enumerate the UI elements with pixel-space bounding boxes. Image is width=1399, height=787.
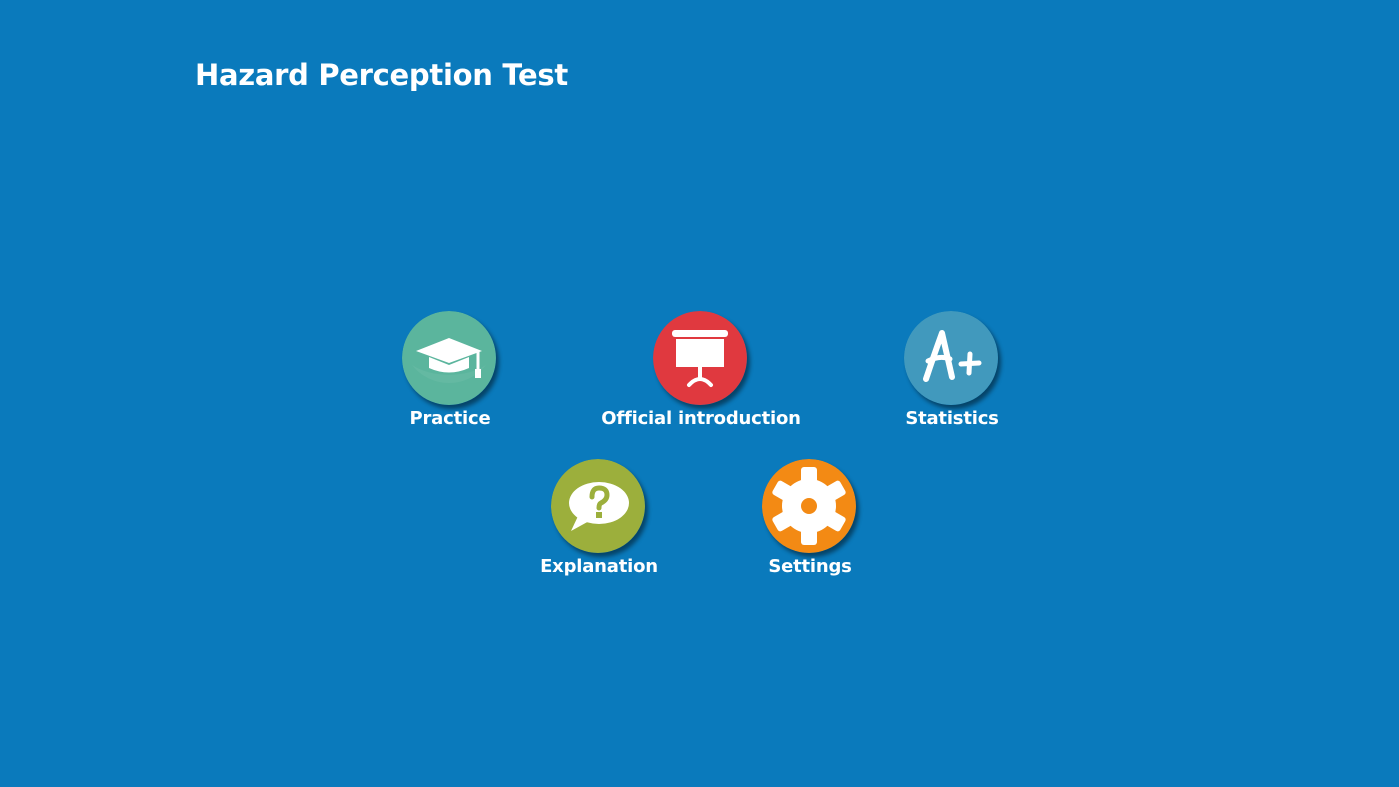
- explanation-label: Explanation: [540, 556, 658, 577]
- app-title: Hazard Perception Test: [195, 58, 568, 92]
- official-introduction-icon-circle[interactable]: [653, 311, 747, 405]
- gear-icon: [762, 459, 856, 553]
- statistics-icon-circle[interactable]: [904, 311, 998, 405]
- statistics-button[interactable]: Statistics: [842, 311, 1062, 441]
- practice-label: Practice: [409, 408, 491, 429]
- settings-button[interactable]: Settings: [700, 459, 920, 589]
- presentation-board-icon: [653, 311, 747, 405]
- official-introduction-button[interactable]: Official introduction: [591, 311, 811, 441]
- practice-icon-circle[interactable]: [402, 311, 496, 405]
- question-speech-bubble-icon: [551, 459, 645, 553]
- explanation-button[interactable]: Explanation: [489, 459, 709, 589]
- settings-icon-circle[interactable]: [762, 459, 856, 553]
- graduation-cap-icon: [402, 311, 496, 405]
- statistics-label: Statistics: [905, 408, 999, 429]
- official-introduction-label: Official introduction: [601, 408, 801, 429]
- explanation-icon-circle[interactable]: [551, 459, 645, 553]
- grade-a-plus-icon: [904, 311, 998, 405]
- practice-button[interactable]: Practice: [340, 311, 560, 441]
- settings-label: Settings: [768, 556, 852, 577]
